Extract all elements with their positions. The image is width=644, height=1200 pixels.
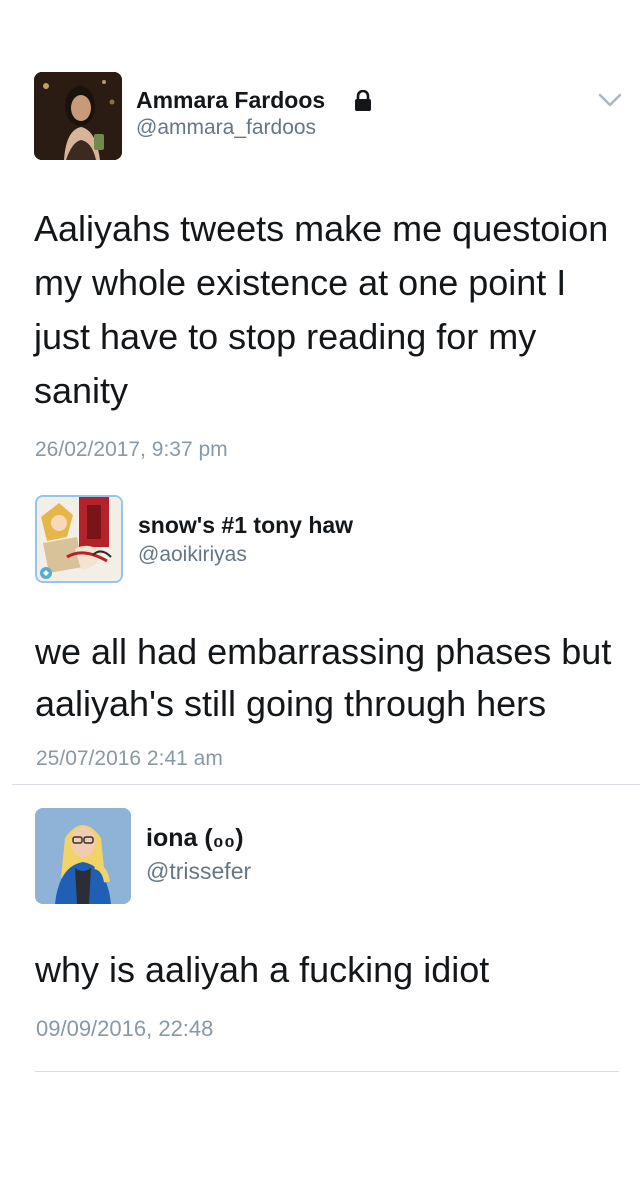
tweet-text: why is aaliyah a fucking idiot bbox=[35, 949, 490, 990]
tweet-timestamp[interactable]: 09/09/2016, 22:48 bbox=[36, 1016, 213, 1042]
avatar[interactable] bbox=[35, 808, 131, 904]
user-handle[interactable]: @aoikiriyas bbox=[138, 543, 247, 567]
display-name[interactable]: snow's #1 tony haw bbox=[138, 512, 353, 539]
tweet-timestamp[interactable]: 25/07/2016 2:41 am bbox=[36, 747, 223, 771]
avatar-photo-blonde-woman bbox=[35, 808, 131, 904]
tweet-timestamp[interactable]: 26/02/2017, 9:37 pm bbox=[35, 438, 228, 462]
user-handle[interactable]: @ammara_fardoos bbox=[136, 116, 316, 140]
tweet-text: we all had embarrassing phases but aaliy… bbox=[35, 631, 612, 724]
tweet-divider bbox=[12, 784, 640, 785]
avatar-anime-art bbox=[37, 497, 121, 581]
lock-icon bbox=[355, 90, 371, 111]
display-name[interactable]: Ammara Fardoos bbox=[136, 87, 325, 114]
user-handle[interactable]: @trissefer bbox=[146, 858, 251, 885]
tweet-divider bbox=[35, 1071, 619, 1072]
avatar-photo-woman bbox=[34, 72, 122, 160]
avatar[interactable] bbox=[35, 495, 123, 583]
tweet-text: Aaliyahs tweets make me questoion my who… bbox=[34, 208, 609, 411]
display-name[interactable]: iona (₀₀) bbox=[146, 824, 244, 853]
chevron-down-icon[interactable] bbox=[596, 90, 624, 110]
avatar[interactable] bbox=[34, 72, 122, 160]
